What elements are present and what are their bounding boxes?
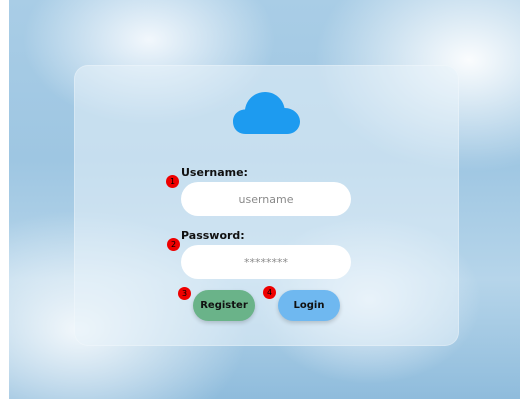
password-label: Password: (181, 229, 245, 242)
annotation-marker-3: 3 (178, 287, 191, 300)
sky-background: Username: Password: Register Login 1 2 3… (9, 0, 520, 399)
register-button[interactable]: Register (193, 290, 255, 321)
username-input[interactable] (181, 182, 351, 216)
password-input[interactable] (181, 245, 351, 279)
annotation-marker-4: 4 (263, 286, 276, 299)
annotation-marker-2: 2 (167, 238, 180, 251)
login-button[interactable]: Login (278, 290, 340, 321)
annotation-marker-1: 1 (166, 175, 179, 188)
username-label: Username: (181, 166, 248, 179)
cloud-icon (233, 92, 300, 134)
